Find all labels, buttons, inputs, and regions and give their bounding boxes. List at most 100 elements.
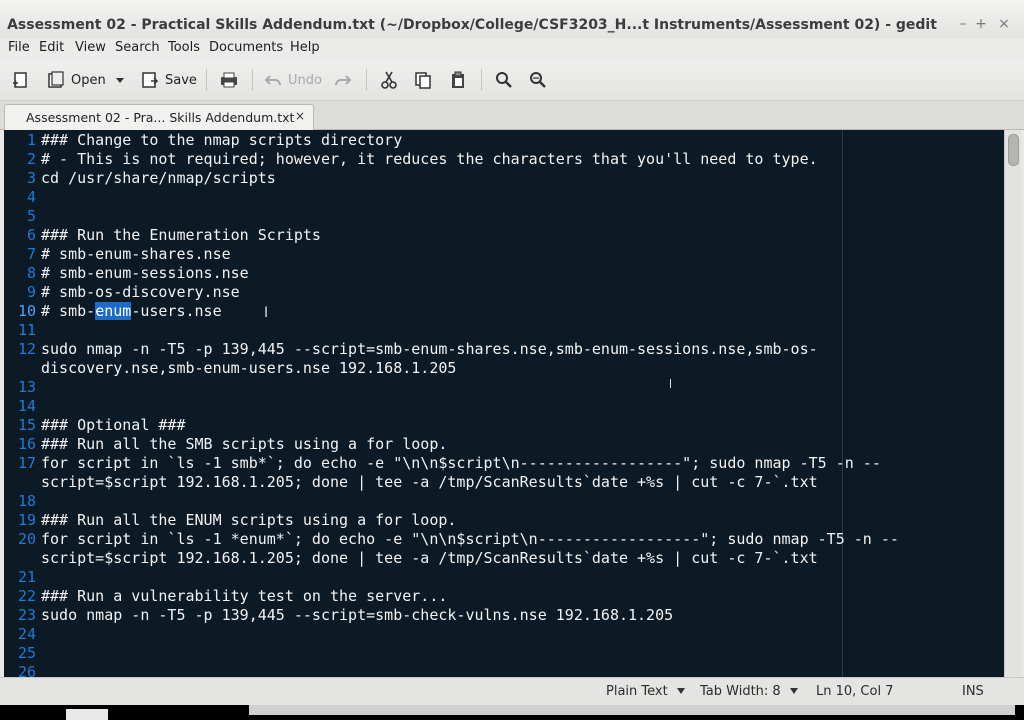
find-replace-button[interactable] bbox=[528, 68, 546, 92]
vertical-scrollbar[interactable] bbox=[1004, 130, 1021, 677]
code-text: discovery.nse,smb-enum-users.nse 192.168… bbox=[41, 359, 457, 377]
maximize-button[interactable]: + bbox=[974, 17, 988, 31]
find-button[interactable] bbox=[495, 68, 513, 92]
undo-button[interactable]: Undo bbox=[264, 68, 322, 92]
line-number: 25 bbox=[17, 644, 36, 662]
print-button[interactable] bbox=[219, 68, 239, 92]
document-tabs: Assessment 02 - Pra... Skills Addendum.t… bbox=[0, 101, 1024, 130]
code-text: ### Optional ### bbox=[41, 416, 186, 434]
open-button[interactable]: Open bbox=[47, 68, 106, 92]
editor-line: 2 # - This is not required; however, it r… bbox=[4, 150, 1004, 169]
code-text: # smb-os-discovery.nse bbox=[41, 283, 240, 301]
toolbar-separator bbox=[481, 69, 482, 91]
line-number: 14 bbox=[17, 397, 36, 415]
editor-line: 11 bbox=[4, 321, 1004, 340]
line-number: 23 bbox=[17, 606, 36, 624]
redo-icon bbox=[334, 73, 352, 87]
code-text: for script in `ls -1 smb*`; do echo -e "… bbox=[41, 454, 881, 472]
tab-width-label: Tab Width: 8 bbox=[700, 684, 781, 699]
minimize-button[interactable]: – bbox=[956, 17, 970, 31]
language-label: Plain Text bbox=[606, 684, 668, 699]
tab-width-selector[interactable]: Tab Width: 8 bbox=[700, 684, 799, 699]
line-number: 13 bbox=[17, 378, 36, 396]
toolbar: Open Save Undo bbox=[0, 60, 1024, 101]
window-title: Assessment 02 - Practical Skills Addendu… bbox=[7, 17, 937, 33]
line-number: 2 bbox=[26, 150, 36, 168]
save-button[interactable]: Save bbox=[141, 68, 197, 92]
open-document-icon bbox=[47, 71, 65, 89]
editor-line: 3 cd /usr/share/nmap/scripts bbox=[4, 169, 1004, 188]
text-editor[interactable]: 1 ### Change to the nmap scripts director… bbox=[4, 130, 1004, 677]
code-text: # smb-enum-users.nse bbox=[41, 302, 222, 321]
background-desktop bbox=[0, 705, 1024, 720]
new-document-button[interactable] bbox=[12, 68, 30, 92]
scrollbar-thumb[interactable] bbox=[1008, 134, 1019, 166]
tab-close-icon[interactable]: × bbox=[295, 109, 305, 123]
editor-line: 6 ### Run the Enumeration Scripts bbox=[4, 226, 1004, 245]
code-text: cd /usr/share/nmap/scripts bbox=[41, 169, 276, 187]
editor-line: 8 # smb-enum-sessions.nse bbox=[4, 264, 1004, 283]
line-number: 18 bbox=[17, 492, 36, 510]
menu-tools[interactable]: Tools bbox=[168, 40, 200, 55]
undo-label: Undo bbox=[288, 72, 322, 88]
copy-icon bbox=[414, 71, 432, 89]
editor-line: script=$script 192.168.1.205; done | tee… bbox=[4, 549, 1004, 568]
scissors-icon bbox=[381, 71, 397, 89]
chevron-down-icon bbox=[676, 688, 685, 694]
editor-line: 18 bbox=[4, 492, 1004, 511]
code-text: script=$script 192.168.1.205; done | tee… bbox=[41, 473, 818, 491]
editor-line: 25 bbox=[4, 644, 1004, 663]
menu-edit[interactable]: Edit bbox=[39, 40, 64, 55]
mouse-marker bbox=[670, 379, 671, 388]
editor-line: 24 bbox=[4, 625, 1004, 644]
code-text: # smb-enum-sessions.nse bbox=[41, 264, 249, 282]
line-number: 11 bbox=[17, 321, 36, 339]
save-label: Save bbox=[165, 72, 197, 88]
chevron-down-icon bbox=[114, 74, 126, 86]
cut-button[interactable] bbox=[381, 68, 397, 92]
find-replace-icon bbox=[528, 71, 546, 89]
close-button[interactable]: × bbox=[997, 17, 1011, 31]
line-number: 1 bbox=[26, 131, 36, 149]
open-recent-dropdown[interactable] bbox=[114, 68, 126, 92]
redo-button[interactable] bbox=[334, 68, 352, 92]
gedit-window: Assessment 02 - Practical Skills Addendu… bbox=[0, 0, 1024, 706]
menu-bar: File Edit View Search Tools Documents He… bbox=[0, 38, 1024, 60]
editor-line: 21 bbox=[4, 568, 1004, 587]
editor-line: 15 ### Optional ### bbox=[4, 416, 1004, 435]
editor-line: 9 # smb-os-discovery.nse bbox=[4, 283, 1004, 302]
editor-line: 1 ### Change to the nmap scripts director… bbox=[4, 131, 1004, 150]
line-number: 9 bbox=[26, 283, 36, 301]
line-number: 17 bbox=[17, 454, 36, 472]
open-label: Open bbox=[71, 72, 106, 88]
line-number: 5 bbox=[26, 207, 36, 225]
new-document-icon bbox=[12, 71, 30, 89]
menu-help[interactable]: Help bbox=[290, 40, 320, 55]
menu-file[interactable]: File bbox=[8, 40, 30, 55]
language-selector[interactable]: Plain Text bbox=[606, 684, 686, 699]
line-number: 24 bbox=[17, 625, 36, 643]
copy-button[interactable] bbox=[414, 68, 432, 92]
code-text: sudo nmap -n -T5 -p 139,445 --script=smb… bbox=[41, 606, 674, 624]
background-window-edge bbox=[249, 705, 1015, 715]
tab-document[interactable]: Assessment 02 - Pra... Skills Addendum.t… bbox=[4, 104, 314, 130]
code-text: ### Run a vulnerability test on the serv… bbox=[41, 587, 448, 605]
menu-documents[interactable]: Documents bbox=[209, 40, 283, 55]
undo-icon bbox=[264, 73, 282, 87]
menu-view[interactable]: View bbox=[75, 40, 106, 55]
menu-search[interactable]: Search bbox=[115, 40, 160, 55]
editor-line: 12 sudo nmap -n -T5 -p 139,445 --script=s… bbox=[4, 340, 1004, 359]
line-number: 8 bbox=[26, 264, 36, 282]
title-bar[interactable]: Assessment 02 - Practical Skills Addendu… bbox=[0, 0, 1024, 39]
editor-line: discovery.nse,smb-enum-users.nse 192.168… bbox=[4, 359, 1004, 378]
editor-line: 13 bbox=[4, 378, 1004, 397]
save-icon bbox=[141, 71, 159, 89]
editor-line: 7 # smb-enum-shares.nse bbox=[4, 245, 1004, 264]
line-number: 4 bbox=[26, 188, 36, 206]
editor-line: 5 bbox=[4, 207, 1004, 226]
toolbar-separator bbox=[366, 69, 367, 91]
paste-button[interactable] bbox=[449, 68, 467, 92]
code-text-after-selection: -users.nse bbox=[131, 302, 222, 320]
code-text: ### Run the Enumeration Scripts bbox=[41, 226, 321, 244]
line-number: 26 bbox=[17, 663, 36, 677]
